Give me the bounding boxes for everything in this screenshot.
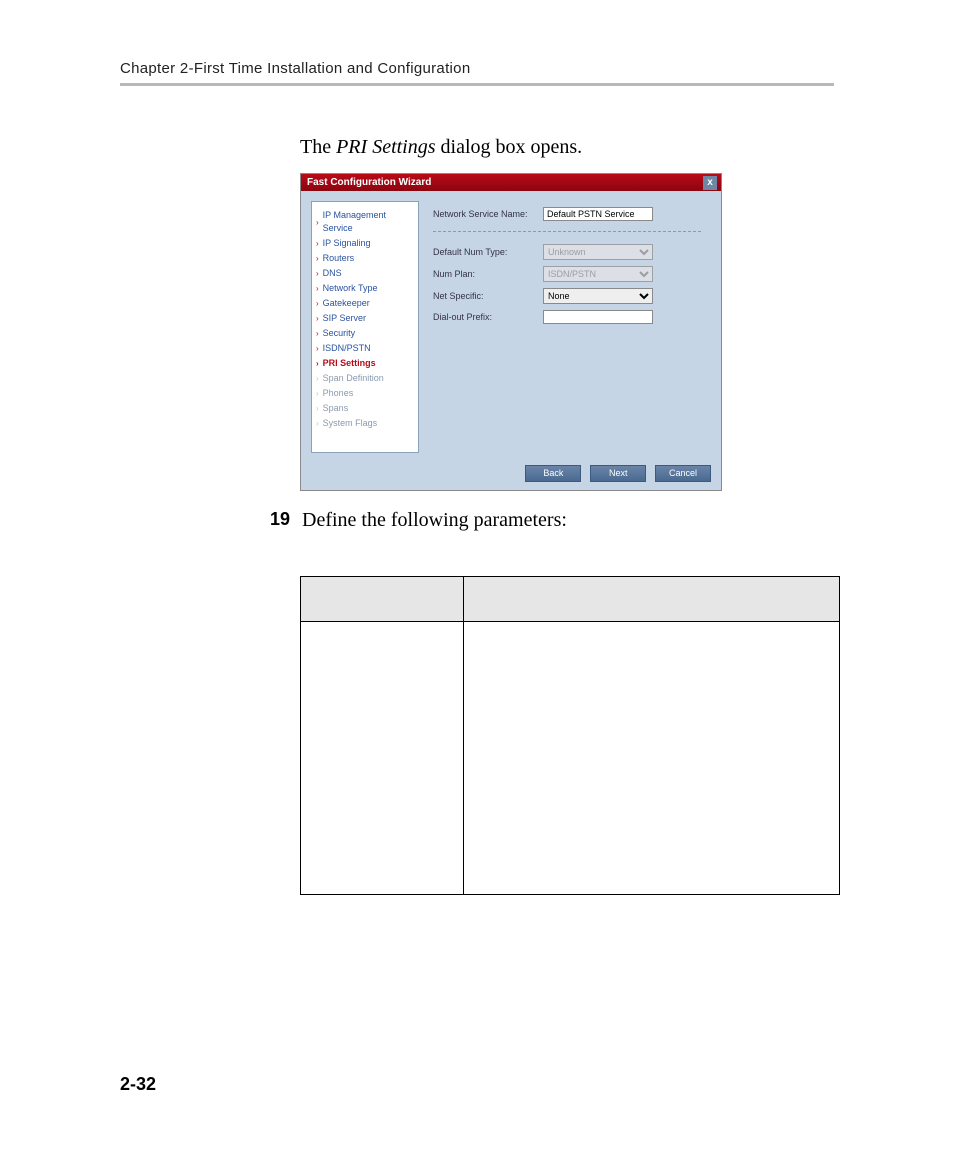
back-button[interactable]: Back [525,465,581,482]
chapter-header: Chapter 2-First Time Installation and Co… [120,60,834,77]
num-plan-label: Num Plan: [433,269,543,279]
nav-security[interactable]: › Security [316,326,414,341]
nav-label: PRI Settings [323,357,376,370]
wizard-titlebar: Fast Configuration Wizard x [301,174,721,191]
table-row [301,622,840,895]
nav-sip-server[interactable]: › SIP Server [316,311,414,326]
nav-label: Network Type [323,282,378,295]
nav-ip-signaling[interactable]: › IP Signaling [316,236,414,251]
chevron-right-icon: › [316,252,319,265]
form-separator [433,231,701,232]
step-number: 19 [250,509,290,532]
chevron-right-icon: › [316,342,319,355]
close-icon[interactable]: x [703,176,717,190]
dial-out-prefix-label: Dial-out Prefix: [433,312,543,322]
chevron-right-icon: › [316,357,319,370]
net-specific-label: Net Specific: [433,291,543,301]
num-plan-select: ISDN/PSTN [543,266,653,282]
chevron-right-icon: › [316,312,319,325]
nav-label: ISDN/PSTN [323,342,371,355]
step-line: 19 Define the following parameters: [120,509,834,532]
wizard-form: Network Service Name: Default Num Type: … [419,201,711,453]
service-name-input[interactable] [543,207,653,221]
nav-label: IP Signaling [323,237,371,250]
nav-label: Span Definition [323,372,384,385]
nav-label: Gatekeeper [323,297,370,310]
next-button[interactable]: Next [590,465,646,482]
table-cell [301,622,464,895]
nav-dns[interactable]: › DNS [316,266,414,281]
table-header-1 [301,577,464,622]
nav-label: System Flags [323,417,378,430]
wizard-title-text: Fast Configuration Wizard [307,177,431,188]
nav-spans: › Spans [316,401,414,416]
chevron-right-icon: › [316,282,319,295]
parameters-table [300,576,840,895]
wizard-nav: › IP Management Service › IP Signaling › Ro… [311,201,419,453]
table-cell [464,622,840,895]
chevron-right-icon: › [316,297,319,310]
nav-label: Spans [323,402,349,415]
chevron-right-icon: › [316,237,319,250]
table-header-2 [464,577,840,622]
nav-label: IP Management Service [323,209,414,235]
nav-ip-management-service[interactable]: › IP Management Service [316,208,414,236]
nav-label: SIP Server [323,312,366,325]
dial-out-prefix-input[interactable] [543,310,653,324]
wizard-screenshot: Fast Configuration Wizard x › IP Manageme… [300,173,834,491]
chevron-right-icon: › [316,372,319,385]
nav-isdn-pstn[interactable]: › ISDN/PSTN [316,341,414,356]
chevron-right-icon: › [316,402,319,415]
nav-system-flags: › System Flags [316,416,414,431]
default-num-type-label: Default Num Type: [433,247,543,257]
nav-pri-settings[interactable]: › PRI Settings [316,356,414,371]
nav-network-type[interactable]: › Network Type [316,281,414,296]
wizard-dialog: Fast Configuration Wizard x › IP Manageme… [300,173,722,491]
chevron-right-icon: › [316,387,319,400]
wizard-footer: Back Next Cancel [301,461,721,490]
default-num-type-select: Unknown [543,244,653,260]
nav-label: DNS [323,267,342,280]
chevron-right-icon: › [316,417,319,430]
nav-label: Routers [323,252,355,265]
chevron-right-icon: › [316,216,319,229]
header-rule [120,83,834,86]
nav-label: Security [323,327,356,340]
chevron-right-icon: › [316,267,319,280]
net-specific-select[interactable]: None [543,288,653,304]
service-name-label: Network Service Name: [433,209,543,219]
step-text: Define the following parameters: [302,509,567,532]
nav-label: Phones [323,387,354,400]
intro-emph: PRI Settings [336,136,435,158]
nav-span-definition: › Span Definition [316,371,414,386]
intro-line: The PRI Settings dialog box opens. [300,136,834,159]
intro-prefix: The [300,136,336,158]
chevron-right-icon: › [316,327,319,340]
nav-gatekeeper[interactable]: › Gatekeeper [316,296,414,311]
page-number: 2-32 [120,1074,156,1095]
cancel-button[interactable]: Cancel [655,465,711,482]
nav-routers[interactable]: › Routers [316,251,414,266]
intro-suffix: dialog box opens. [436,136,583,158]
nav-phones: › Phones [316,386,414,401]
